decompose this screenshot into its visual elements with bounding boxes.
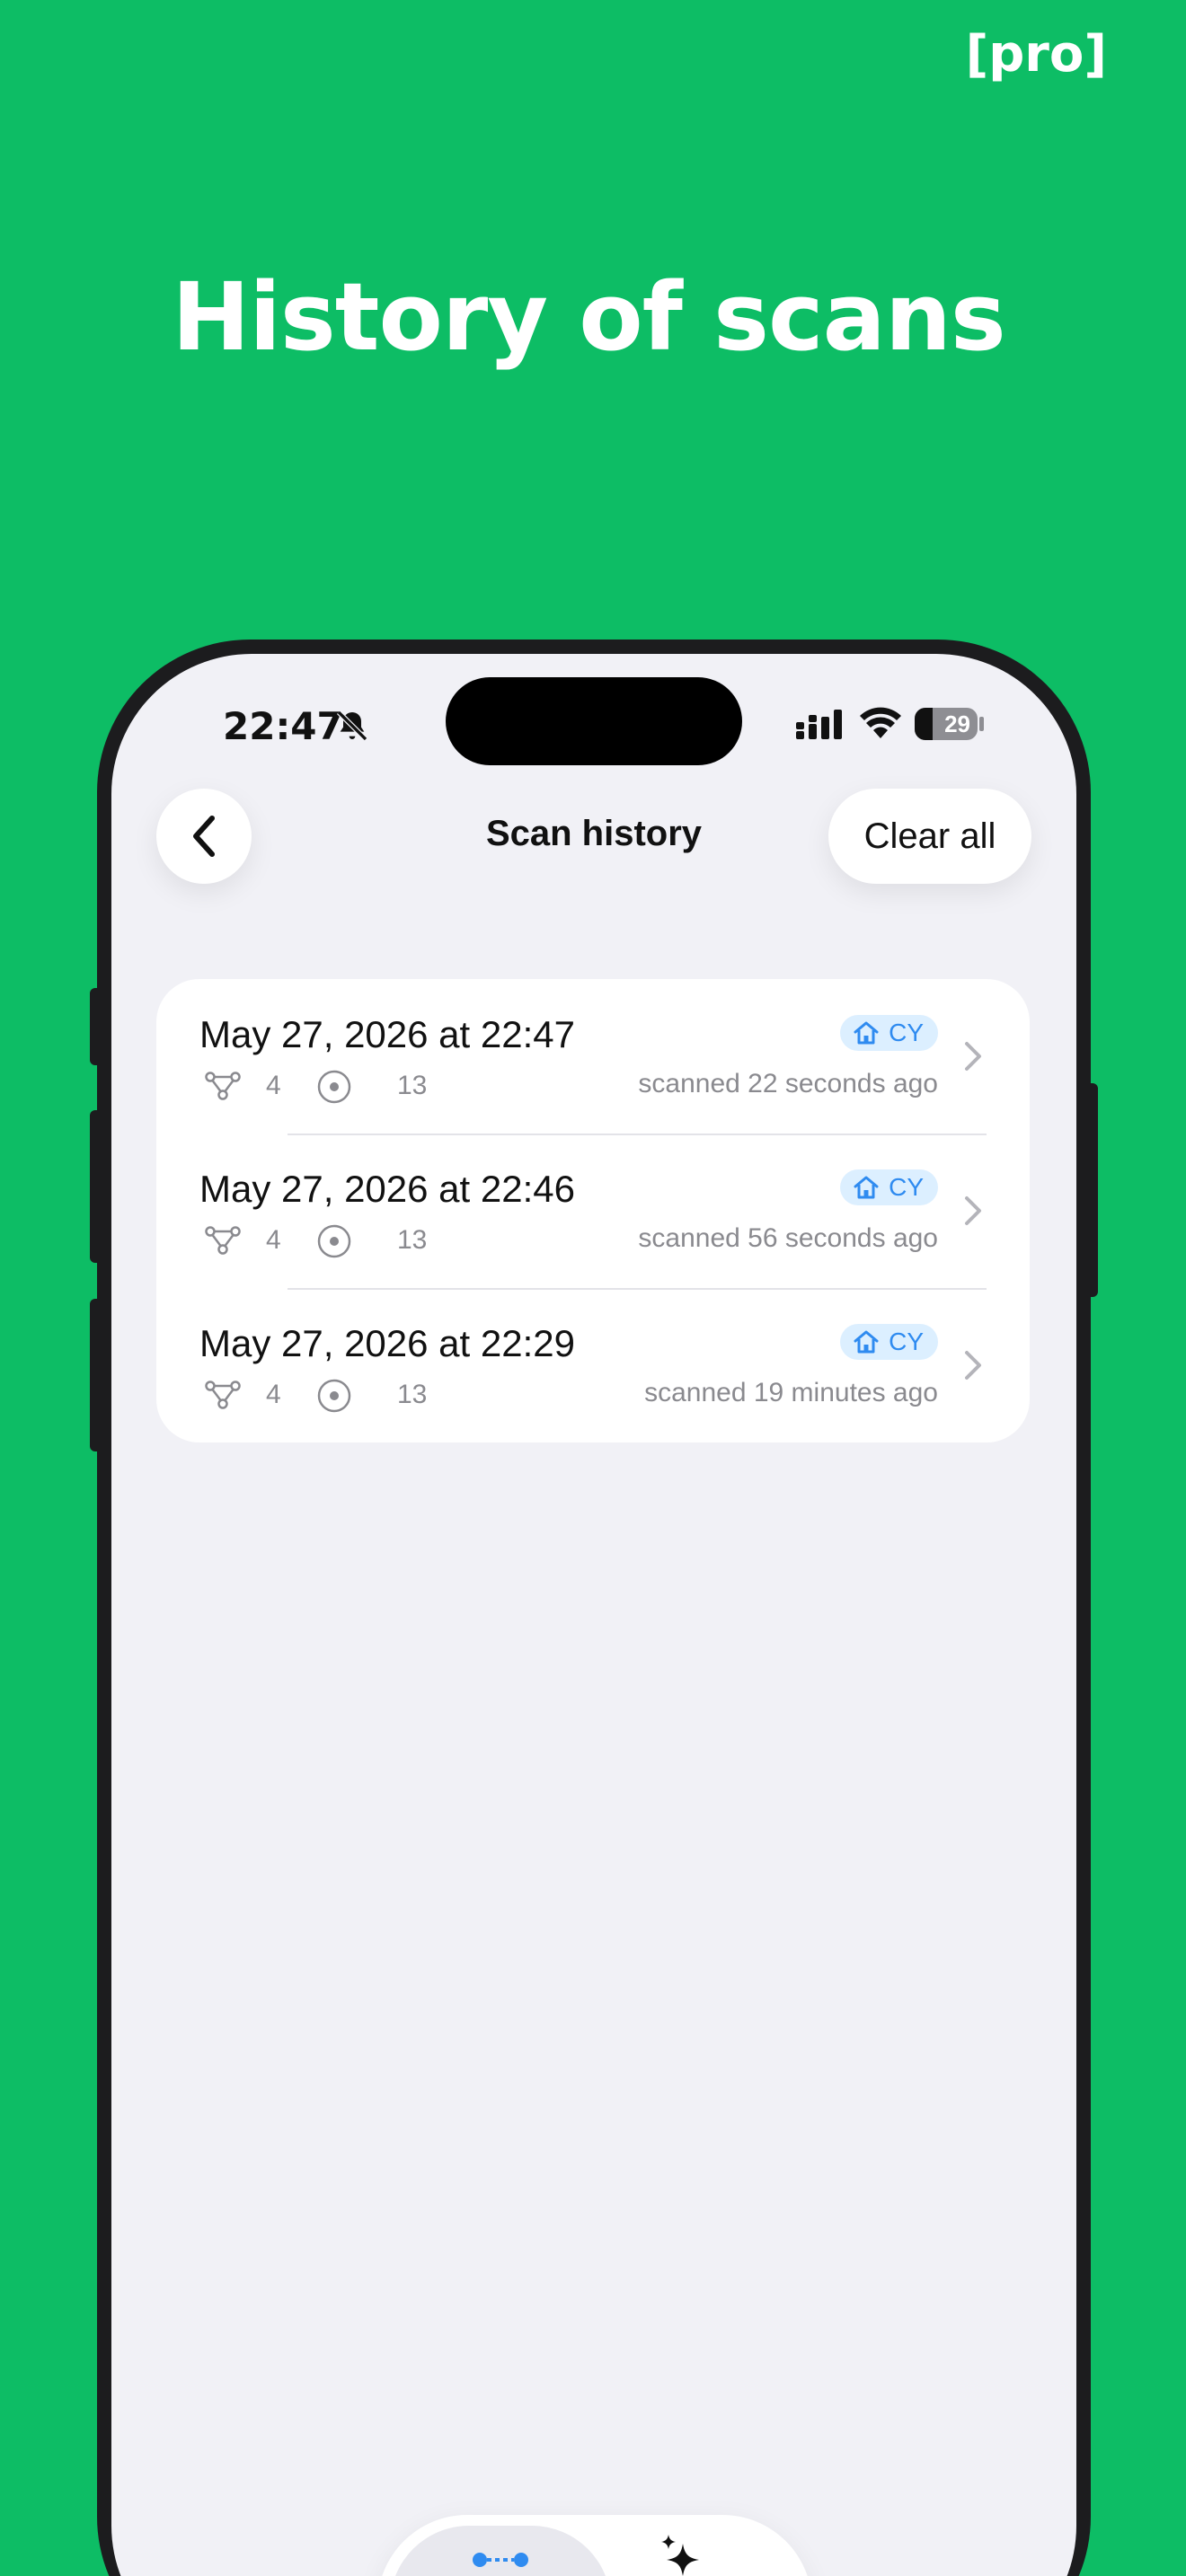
battery-cap — [979, 717, 984, 731]
network-nodes-icon — [205, 1072, 241, 1100]
status-time: 22:47 — [223, 704, 343, 748]
scan-network-icon — [473, 2553, 528, 2567]
scan-time-ago: scanned 56 seconds ago — [638, 1223, 938, 1253]
scan-date: May 27, 2026 at 22:29 — [199, 1322, 575, 1364]
home-icon — [854, 1021, 879, 1045]
scan-row[interactable]: May 27, 2026 at 22:47 4 13 CY scanned 22… — [156, 979, 1030, 1134]
scan-date: May 27, 2026 at 22:47 — [199, 1013, 575, 1055]
device-count: 4 — [266, 1225, 281, 1255]
sparkles-icon — [661, 2535, 699, 2576]
point-count: 13 — [397, 1225, 428, 1255]
scan-meta: 4 13 — [205, 1222, 474, 1261]
promo-title: History of scans — [172, 262, 1006, 372]
scan-time-ago: scanned 22 seconds ago — [638, 1069, 938, 1098]
badge-label: CY — [889, 1173, 924, 1201]
phone-screen: 22:47 29 Scan history Clear all May 27, … — [111, 654, 1076, 2576]
home-icon — [854, 1176, 879, 1199]
scan-row[interactable]: May 27, 2026 at 22:29 4 13 CY scanned 19… — [156, 1288, 1030, 1442]
badge-label: CY — [889, 1328, 924, 1355]
home-icon — [854, 1330, 879, 1354]
bell-off-icon — [336, 710, 368, 742]
network-badge: CY — [840, 1015, 938, 1051]
network-nodes-icon — [205, 1226, 241, 1255]
chevron-right-icon — [965, 1042, 981, 1071]
clear-all-button[interactable]: Clear all — [828, 789, 1031, 884]
chevron-right-icon — [965, 1351, 981, 1380]
target-icon — [317, 1224, 351, 1258]
device-count: 4 — [266, 1380, 281, 1409]
scan-history-list: May 27, 2026 at 22:47 4 13 CY scanned 22… — [156, 979, 1030, 1442]
battery-indicator: 29 — [915, 708, 978, 740]
cellular-signal-icon — [796, 710, 842, 739]
scan-row[interactable]: May 27, 2026 at 22:46 4 13 CY scanned 56… — [156, 1134, 1030, 1288]
scan-meta: 4 13 — [205, 1067, 474, 1107]
network-badge: CY — [840, 1324, 938, 1360]
network-nodes-icon — [205, 1381, 241, 1409]
scan-meta: 4 13 — [205, 1376, 474, 1416]
tab-scan[interactable] — [390, 2526, 611, 2576]
wifi-icon — [860, 707, 901, 738]
target-icon — [317, 1379, 351, 1413]
scan-time-ago: scanned 19 minutes ago — [644, 1378, 938, 1407]
scan-date: May 27, 2026 at 22:46 — [199, 1168, 575, 1210]
device-count: 4 — [266, 1071, 281, 1100]
point-count: 13 — [397, 1380, 428, 1409]
point-count: 13 — [397, 1071, 428, 1100]
chevron-right-icon — [965, 1196, 981, 1225]
target-icon — [317, 1070, 351, 1104]
tab-bar — [377, 2515, 812, 2576]
badge-label: CY — [889, 1019, 924, 1046]
battery-level: 29 — [944, 710, 970, 737]
network-badge: CY — [840, 1169, 938, 1205]
dynamic-island — [446, 677, 742, 765]
pro-badge: [pro] — [965, 25, 1107, 84]
